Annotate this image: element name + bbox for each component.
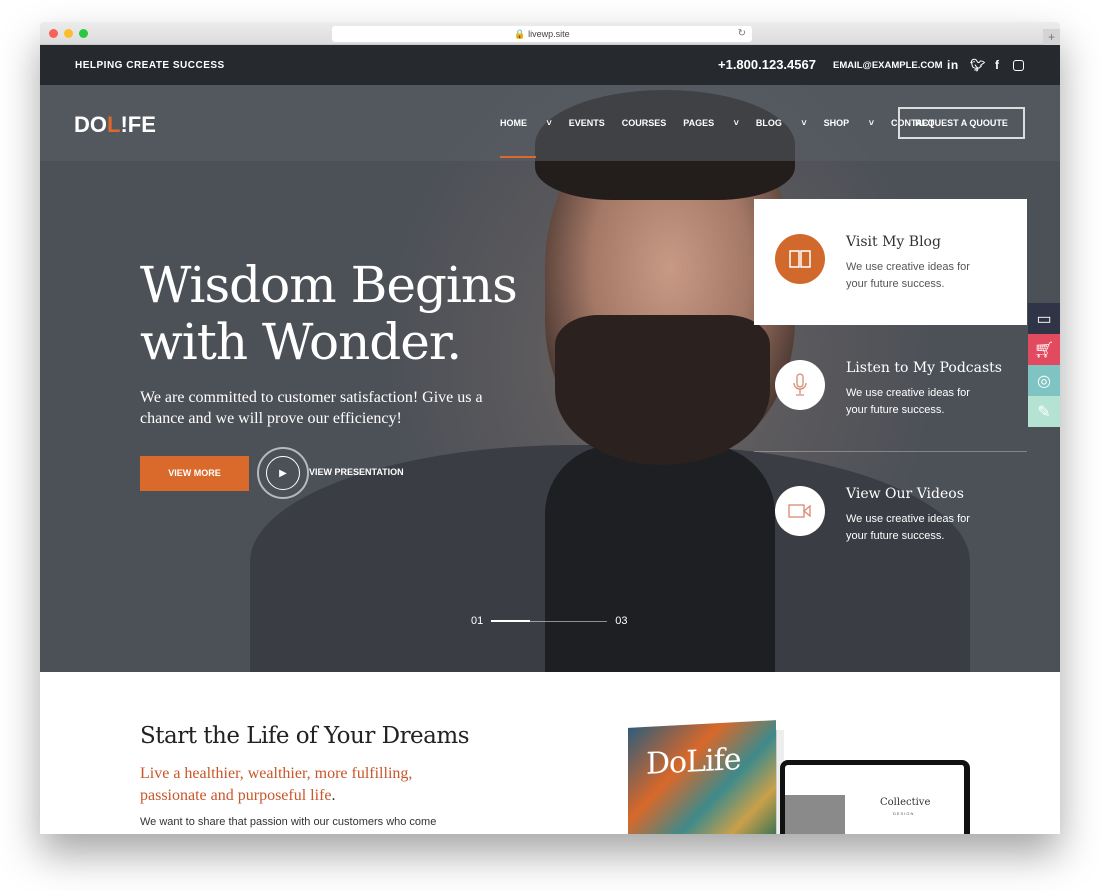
laptop-subtitle: DESIGN (893, 811, 915, 816)
email-link[interactable]: EMAIL@EXAMPLE.COM (833, 60, 943, 71)
nav-courses[interactable]: COURSES (622, 118, 667, 128)
hero-section: DOL!FE HOME ˅ EVENTS COURSES PAGES ˅ BLO… (40, 85, 1060, 672)
cart-icon[interactable]: 🛒︎ (1028, 334, 1060, 365)
nav-label: PAGES (683, 118, 715, 128)
play-button[interactable]: ▶ (257, 447, 309, 499)
feature-podcasts[interactable]: Listen to My Podcasts We use creative id… (754, 325, 1027, 451)
slider-progress-fill (491, 619, 530, 622)
hero-person-shirt (545, 445, 775, 672)
slider-pagination[interactable]: 01 03 (471, 615, 628, 627)
feature-blog[interactable]: Visit My Blog We use creative ideas for … (754, 199, 1027, 325)
minimize-window-button[interactable] (64, 29, 73, 38)
linkedin-icon[interactable]: in (947, 58, 959, 72)
url-text: livewp.site (528, 29, 570, 39)
title-line: with Wonder. (140, 313, 462, 371)
close-window-button[interactable] (49, 29, 58, 38)
twitter-icon[interactable]: 🐦︎ (970, 58, 986, 72)
new-tab-button[interactable]: + (1043, 29, 1060, 45)
lead-end: . (331, 787, 336, 804)
slide-current: 01 (471, 615, 484, 627)
nav-menu: HOME ˅ EVENTS COURSES PAGES ˅ BLOG ˅ SHO… (500, 118, 951, 158)
browser-titlebar: 🔒 livewp.site ↻ + (40, 22, 1060, 45)
book-title: DoLife (646, 741, 741, 782)
feature-desc: We use creative ideas for your future su… (846, 387, 970, 416)
title-line: Wisdom Begins (140, 256, 518, 314)
browser-window: 🔒 livewp.site ↻ + HELPING CREATE SUCCESS … (40, 22, 1060, 834)
feature-desc: We use creative ideas for your future su… (846, 261, 970, 290)
request-quote-button[interactable]: REQUEST A QUOUTE (898, 107, 1025, 139)
section-lead: Live a healthier, wealthier, more fulfil… (140, 763, 460, 807)
view-presentation-link[interactable]: VIEW PRESENTATION (309, 467, 404, 477)
edit-icon[interactable]: ✎ (1028, 396, 1060, 427)
feature-desc: We use creative ideas for your future su… (846, 513, 970, 542)
view-more-button[interactable]: VIEW MORE (140, 456, 249, 491)
hero-title: Wisdom Begins with Wonder. (140, 256, 518, 371)
nav-pages[interactable]: PAGES ˅ (683, 118, 739, 128)
reload-icon[interactable]: ↻ (738, 26, 746, 42)
main-nav: DOL!FE HOME ˅ EVENTS COURSES PAGES ˅ BLO… (40, 85, 1060, 161)
maximize-window-button[interactable] (79, 29, 88, 38)
nav-blog[interactable]: BLOG ˅ (756, 118, 807, 128)
logo[interactable]: DOL!FE (74, 112, 156, 138)
instagram-icon[interactable] (1013, 60, 1024, 71)
nav-events[interactable]: EVENTS (569, 118, 605, 128)
address-bar[interactable]: 🔒 livewp.site ↻ (332, 26, 752, 42)
feature-videos[interactable]: View Our Videos We use creative ideas fo… (754, 451, 1027, 577)
nav-label: HOME (500, 118, 527, 128)
laptop-title: Collective (880, 797, 931, 808)
lead-text: Live a healthier, wealthier, more fulfil… (140, 765, 413, 804)
laptop-image: Collective DESIGN (780, 760, 970, 834)
monitor-icon[interactable]: ▭ (1028, 303, 1060, 334)
book-icon (775, 234, 825, 284)
phone-number[interactable]: +1.800.123.4567 (718, 57, 816, 72)
feature-title: Listen to My Podcasts (846, 360, 1002, 376)
tagline: HELPING CREATE SUCCESS (75, 60, 225, 71)
hero-person-beard (555, 315, 770, 465)
book-image: DoLife (628, 720, 776, 834)
section-title: Start the Life of Your Dreams (140, 723, 470, 749)
video-camera-icon (775, 486, 825, 536)
laptop-photo (785, 795, 845, 834)
slider-progress (491, 619, 608, 622)
microphone-icon (775, 360, 825, 410)
nav-label: SHOP (823, 118, 850, 128)
section-body: We want to share that passion with our c… (140, 816, 437, 828)
hero-subtitle: We are committed to customer satisfactio… (140, 389, 483, 427)
top-bar: HELPING CREATE SUCCESS +1.800.123.4567 E… (40, 45, 1060, 85)
facebook-icon[interactable]: f (995, 58, 1000, 72)
nav-home[interactable]: HOME ˅ (500, 118, 552, 158)
feature-title: Visit My Blog (846, 234, 941, 250)
nav-label: BLOG (755, 118, 782, 128)
feature-title: View Our Videos (846, 486, 964, 502)
nav-shop[interactable]: SHOP ˅ (824, 118, 874, 128)
slide-total: 03 (615, 615, 628, 627)
play-icon: ▶ (266, 456, 300, 490)
lifebuoy-icon[interactable]: ◎ (1028, 365, 1060, 396)
intro-section: Start the Life of Your Dreams Live a hea… (40, 672, 1060, 834)
